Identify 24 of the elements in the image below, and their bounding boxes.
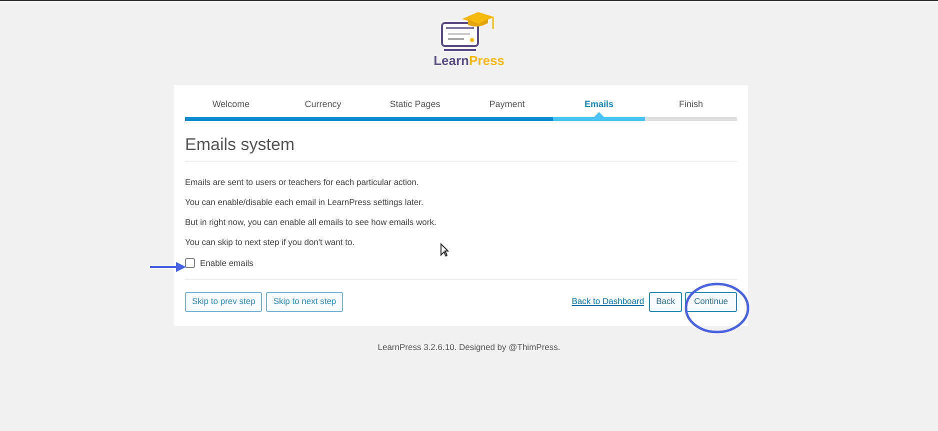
mouse-cursor-icon	[440, 243, 449, 257]
logo-wordmark: LearnPress	[434, 53, 504, 69]
description-text: You can skip to next step if you don't want to.	[185, 236, 356, 249]
back-to-dashboard-link[interactable]: Back to Dashboard	[572, 295, 644, 308]
step-tab[interactable]: Finish	[678, 98, 703, 112]
skip-button[interactable]: Skip to prev step	[185, 292, 262, 312]
description-text: You can enable/disable each email in LearnPress settings later.	[185, 196, 424, 209]
description-text: But in right now, you can enable all emails to see how emails work.	[185, 216, 438, 229]
checkbox-label: Enable emails	[200, 257, 254, 270]
page-title: Emails system	[185, 134, 296, 156]
footer-text: LearnPress 3.2.6.10. Designed by @ThimPress.	[376, 341, 562, 354]
continue-button[interactable]: Continue	[684, 292, 737, 312]
skip-button[interactable]: Skip to next step	[266, 292, 344, 312]
current-step-pointer-icon	[594, 112, 604, 117]
description-text: Emails are sent to users or teachers for each particular action.	[185, 176, 420, 189]
back-button[interactable]: Back	[649, 292, 682, 312]
step-tab[interactable]: Emails	[584, 98, 614, 112]
annotation-arrow-icon	[150, 261, 186, 273]
annotation-circle-icon	[684, 282, 750, 334]
step-tab[interactable]: Welcome	[212, 98, 250, 112]
enable-emails-checkbox[interactable]	[185, 258, 195, 268]
step-tab[interactable]: Static Pages	[390, 98, 440, 112]
step-tab[interactable]: Payment	[489, 98, 525, 112]
step-tab[interactable]: Currency	[304, 98, 342, 112]
